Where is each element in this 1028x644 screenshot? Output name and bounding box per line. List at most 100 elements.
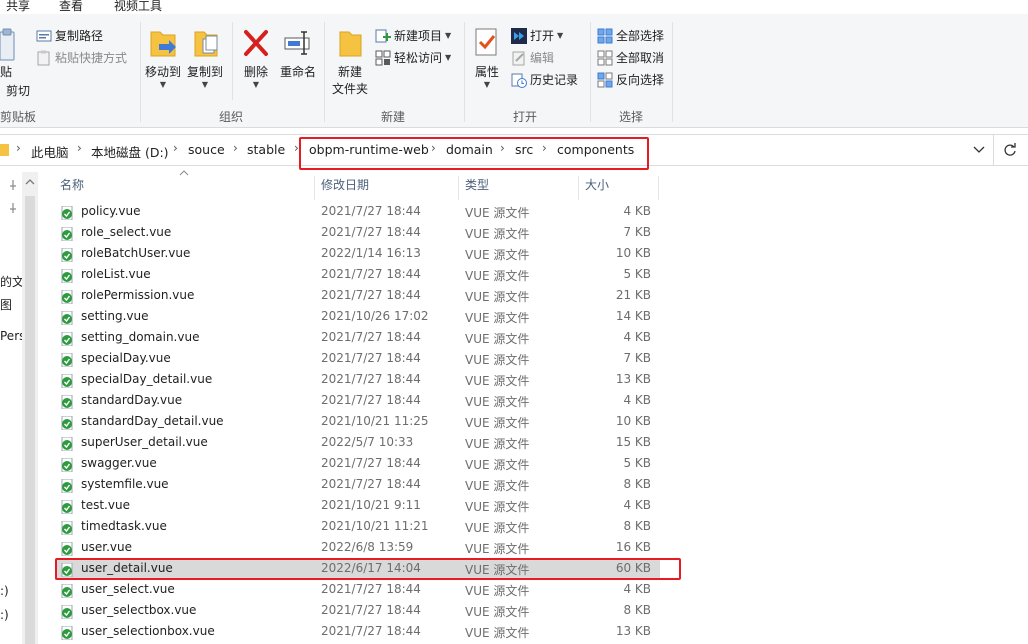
column-header-type[interactable]: 类型 — [465, 176, 489, 193]
column-divider[interactable] — [658, 176, 659, 200]
refresh-button[interactable] — [994, 134, 1028, 166]
file-size: 7 KB — [623, 225, 651, 239]
file-size: 10 KB — [615, 414, 651, 428]
file-type: VUE 源文件 — [465, 248, 530, 262]
file-date: 2021/7/27 18:44 — [321, 225, 421, 239]
file-type: VUE 源文件 — [465, 479, 530, 493]
delete-label: 删除 — [243, 65, 268, 79]
pin-icon[interactable] — [8, 180, 18, 190]
file-type: VUE 源文件 — [465, 332, 530, 346]
paste-shortcut-icon — [37, 50, 50, 65]
invert-selection-button[interactable]: 反向选择 — [597, 71, 664, 88]
file-type: VUE 源文件 — [465, 626, 530, 640]
nav-item[interactable]: :) — [0, 584, 9, 598]
file-row[interactable]: specialDay_detail.vue 2021/7/27 18:44 VUE … — [55, 370, 660, 391]
address-dropdown-button[interactable] — [968, 134, 994, 166]
column-header-date[interactable]: 修改日期 — [321, 176, 369, 193]
paste-button[interactable]: 贴 — [0, 28, 20, 88]
file-type: VUE 源文件 — [465, 542, 530, 556]
file-row[interactable]: roleList.vue 2021/7/27 18:44 VUE 源文件 5 KB — [55, 265, 660, 286]
easy-access-button[interactable]: 轻松访问 ▼ — [375, 49, 451, 66]
pin-icon[interactable] — [8, 203, 18, 213]
file-row[interactable]: rolePermission.vue 2021/7/27 18:44 VUE 源文件… — [55, 286, 660, 307]
tab-view[interactable]: 查看 — [59, 0, 83, 14]
ribbon-tab-strip: 共享 查看 视频工具 — [0, 0, 1028, 14]
file-date: 2021/7/27 18:44 — [321, 267, 421, 281]
file-size: 15 KB — [615, 435, 651, 449]
new-item-button[interactable]: 新建项目 ▼ — [375, 27, 451, 44]
file-row[interactable]: user_selectionbox.vue 2021/7/27 18:44 VUE … — [55, 622, 660, 643]
file-row[interactable]: role_select.vue 2021/7/27 18:44 VUE 源文件 7 K… — [55, 223, 660, 244]
paste-shortcut-button[interactable]: 粘贴快捷方式 — [36, 49, 127, 66]
file-row[interactable]: setting.vue 2021/10/26 17:02 VUE 源文件 14 KB — [55, 307, 660, 328]
file-row[interactable]: timedtask.vue 2021/10/21 11:21 VUE 源文件 8 KB — [55, 517, 660, 538]
open-button[interactable]: 打开 ▼ — [511, 27, 563, 44]
file-date: 2021/10/21 9:11 — [321, 498, 421, 512]
nav-scrollbar-thumb[interactable] — [25, 196, 35, 644]
breadcrumb-chevron[interactable]: › — [233, 141, 238, 155]
open-group-label: 打开 — [513, 110, 538, 124]
file-date: 2021/7/27 18:44 — [321, 624, 421, 638]
history-button[interactable]: 历史记录 — [511, 71, 578, 88]
file-name: standardDay.vue — [81, 393, 183, 407]
file-row[interactable]: setting_domain.vue 2021/7/27 18:44 VUE 源文件… — [55, 328, 660, 349]
column-header-name[interactable]: 名称 — [60, 176, 84, 193]
vue-file-icon — [61, 416, 73, 430]
delete-button[interactable]: 删除 ▼ — [238, 26, 274, 89]
move-to-button[interactable]: 移动到 ▼ — [144, 26, 182, 89]
vue-file-icon — [61, 332, 73, 346]
file-size: 5 KB — [623, 456, 651, 470]
file-name: setting.vue — [81, 309, 149, 323]
breadcrumb-this-pc[interactable]: 此电脑 — [31, 142, 69, 161]
file-row[interactable]: swagger.vue 2021/7/27 18:44 VUE 源文件 5 KB — [55, 454, 660, 475]
new-folder-button[interactable]: 新建 文件夹 — [328, 26, 372, 97]
select-none-button[interactable]: 全部取消 — [597, 49, 664, 66]
paste-shortcut-label: 粘贴快捷方式 — [55, 51, 128, 65]
ribbon-separator — [140, 22, 141, 122]
tab-video-tools[interactable]: 视频工具 — [114, 0, 162, 14]
column-divider[interactable] — [578, 176, 579, 200]
nav-item[interactable]: 图 — [0, 296, 12, 313]
new-folder-label-line1: 新建 — [337, 65, 362, 79]
nav-item[interactable]: :) — [0, 608, 9, 622]
breadcrumb-local-disk[interactable]: 本地磁盘 (D:) — [91, 142, 169, 161]
column-header-size[interactable]: 大小 — [585, 176, 609, 193]
file-row[interactable]: specialDay.vue 2021/7/27 18:44 VUE 源文件 7 KB — [55, 349, 660, 370]
file-date: 2021/7/27 18:44 — [321, 288, 421, 302]
breadcrumb-souce[interactable]: souce — [188, 142, 225, 157]
file-row[interactable]: roleBatchUser.vue 2022/1/14 16:13 VUE 源文件 1… — [55, 244, 660, 265]
file-date: 2021/7/27 18:44 — [321, 204, 421, 218]
file-type: VUE 源文件 — [465, 416, 530, 430]
rename-button[interactable]: 重命名 — [278, 26, 318, 80]
breadcrumb-stable[interactable]: stable — [247, 142, 285, 157]
properties-button[interactable]: 属性 ▼ — [470, 26, 504, 89]
chevron-down-icon: ▼ — [201, 80, 209, 89]
file-row[interactable]: standardDay_detail.vue 2021/10/21 11:25 VU… — [55, 412, 660, 433]
file-size: 4 KB — [623, 330, 651, 344]
new-folder-label-line2: 文件夹 — [331, 82, 368, 96]
select-all-label: 全部选择 — [616, 29, 665, 43]
file-row[interactable]: test.vue 2021/10/21 9:11 VUE 源文件 4 KB — [55, 496, 660, 517]
copy-path-button[interactable]: 复制路径 — [36, 27, 103, 44]
ribbon-separator — [590, 22, 591, 122]
cut-button[interactable]: 剪切 — [0, 82, 30, 99]
file-date: 2021/7/27 18:44 — [321, 351, 421, 365]
tab-share[interactable]: 共享 — [6, 0, 30, 14]
copy-to-button[interactable]: 复制到 ▼ — [186, 26, 224, 89]
chevron-down-icon: ▼ — [159, 80, 167, 89]
vue-file-icon — [61, 269, 73, 283]
file-row[interactable]: user.vue 2022/6/8 13:59 VUE 源文件 16 KB — [55, 538, 660, 559]
file-type: VUE 源文件 — [465, 269, 530, 283]
edit-button[interactable]: 编辑 — [511, 49, 554, 66]
column-divider[interactable] — [458, 176, 459, 200]
column-divider[interactable] — [314, 176, 315, 200]
file-row[interactable]: user_select.vue 2021/7/27 18:44 VUE 源文件 4 K… — [55, 580, 660, 601]
file-row[interactable]: superUser_detail.vue 2022/5/7 10:33 VUE 源文… — [55, 433, 660, 454]
file-row[interactable]: systemfile.vue 2021/7/27 18:44 VUE 源文件 8 KB — [55, 475, 660, 496]
breadcrumb-chevron[interactable]: › — [77, 141, 82, 155]
breadcrumb-chevron[interactable]: › — [173, 141, 178, 155]
select-all-button[interactable]: 全部选择 — [597, 27, 664, 44]
file-row[interactable]: policy.vue 2021/7/27 18:44 VUE 源文件 4 KB — [55, 202, 660, 223]
file-row[interactable]: user_selectbox.vue 2021/7/27 18:44 VUE 源文件… — [55, 601, 660, 622]
file-row[interactable]: standardDay.vue 2021/7/27 18:44 VUE 源文件 4 K… — [55, 391, 660, 412]
